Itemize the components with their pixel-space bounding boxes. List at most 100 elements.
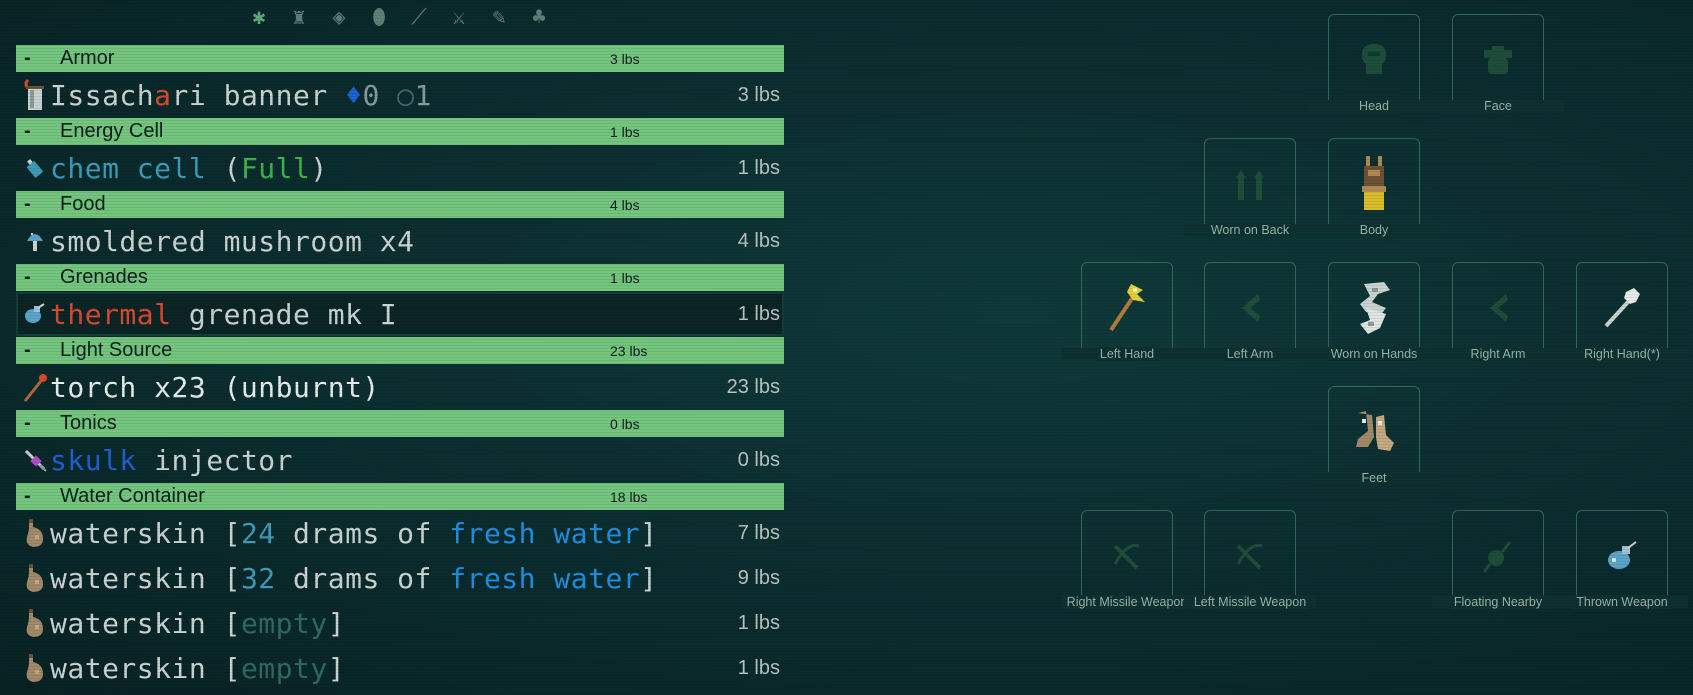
item-name: thermal grenade mk I (50, 297, 398, 331)
slot-label: Body (1308, 223, 1440, 237)
gun-icon[interactable]: ⟋ (408, 2, 430, 32)
slot-left-missile-weapon[interactable]: Left Missile Weapon (1184, 510, 1316, 609)
category-weight: 23 lbs (610, 342, 648, 359)
head-silhouette-icon (1328, 14, 1420, 106)
slot-left-hand[interactable]: Left Hand (1061, 262, 1193, 361)
item-name: Issachari banner ♦0 ○1 (50, 78, 432, 112)
category-header[interactable]: - Tonics 0 lbs (16, 410, 784, 437)
slot-right-arm[interactable]: Right Arm (1432, 262, 1564, 361)
syringe-icon[interactable]: ✎ (488, 2, 510, 32)
category-header[interactable]: - Food 4 lbs (16, 191, 784, 218)
category-header[interactable]: - Water Container 18 lbs (16, 483, 784, 510)
item-name: chem cell (Full) (50, 151, 328, 185)
category-header[interactable]: - Armor 3 lbs (16, 45, 784, 72)
face-silhouette-icon (1452, 14, 1544, 106)
slot-worn-on-hands[interactable]: Worn on Hands (1308, 262, 1440, 361)
grenade-icon (20, 298, 50, 330)
slot-floating-nearby[interactable]: Floating Nearby (1432, 510, 1564, 609)
inventory-list: - Armor 3 lbs Issachari banner ♦0 ○1 3 lbs - E… (16, 45, 784, 691)
waterskin-icon (20, 652, 50, 684)
category-weight: 4 lbs (610, 196, 640, 213)
slot-label: Left Missile Weapon (1184, 595, 1316, 609)
inventory-item[interactable]: waterskin [empty] 1 lbs (16, 646, 784, 690)
inventory-item[interactable]: waterskin [32 drams of fresh water] 9 lbs (16, 556, 784, 600)
inventory-item[interactable]: Issachari banner ♦0 ○1 3 lbs (16, 73, 784, 117)
sword-icon[interactable]: ⚔ (448, 2, 470, 32)
item-weight: 3 lbs (737, 83, 780, 106)
slot-right-missile-weapon[interactable]: Right Missile Weapon (1061, 510, 1193, 609)
collapse-toggle[interactable]: - (24, 485, 44, 508)
collapse-toggle[interactable]: - (24, 339, 44, 362)
item-name: waterskin [32 drams of fresh water] (50, 561, 658, 595)
slot-label: Left Arm (1184, 347, 1316, 361)
category-weight: 1 lbs (610, 269, 640, 286)
collapse-toggle[interactable]: - (24, 266, 44, 289)
category-weight: 3 lbs (610, 50, 640, 67)
inventory-item[interactable]: waterskin [empty] 1 lbs (16, 601, 784, 645)
slot-label: Right Hand(*) (1556, 347, 1688, 361)
slot-left-arm[interactable]: Left Arm (1184, 262, 1316, 361)
collapse-toggle[interactable]: - (24, 47, 44, 70)
slot-body[interactable]: Body (1308, 138, 1440, 237)
item-weight: 1 lbs (737, 156, 780, 179)
armor-icon[interactable]: ◈ (328, 2, 350, 32)
mannequin-icon[interactable]: ♜ (288, 2, 310, 32)
crossbow-silhouette-icon (1081, 510, 1173, 602)
slot-label: Feet (1308, 471, 1440, 485)
category-header[interactable]: - Grenades 1 lbs (16, 264, 784, 291)
waterskin-icon (20, 562, 50, 594)
inventory-item[interactable]: waterskin [24 drams of fresh water] 7 lbs (16, 511, 784, 555)
item-weight: 1 lbs (737, 656, 780, 679)
cell-icon[interactable]: ⬮ (368, 2, 390, 32)
slot-worn-on-back[interactable]: Worn on Back (1184, 138, 1316, 237)
category-name: Water Container (60, 485, 205, 507)
slot-label: Right Missile Weapon (1061, 595, 1193, 609)
slot-right-hand[interactable]: Right Hand(*) (1556, 262, 1688, 361)
injector-icon (20, 444, 50, 476)
slot-label: Floating Nearby (1432, 595, 1564, 609)
item-weight: 23 lbs (726, 375, 780, 398)
golden-staff-icon (1081, 262, 1173, 354)
slot-head[interactable]: Head (1308, 14, 1440, 113)
category-name: Food (60, 193, 106, 215)
item-name: smoldered mushroom x4 (50, 224, 415, 258)
category-weight: 1 lbs (610, 123, 640, 140)
slot-feet[interactable]: Feet (1308, 386, 1440, 485)
inventory-item[interactable]: smoldered mushroom x4 4 lbs (16, 219, 784, 263)
inventory-item[interactable]: chem cell (Full) 1 lbs (16, 146, 784, 190)
category-header[interactable]: - Light Source 23 lbs (16, 337, 784, 364)
category-filter-bar: ✱ ♜ ◈ ⬮ ⟋ ⚔ ✎ ♣ (248, 0, 550, 34)
item-name: waterskin [24 drams of fresh water] (50, 516, 658, 550)
asterisk-all-icon[interactable]: ✱ (248, 2, 270, 32)
slot-label: Left Hand (1061, 347, 1193, 361)
collapse-toggle[interactable]: - (24, 193, 44, 216)
inventory-item[interactable]: thermal grenade mk I 1 lbs (16, 292, 784, 336)
inventory-item[interactable]: skulk injector 0 lbs (16, 438, 784, 482)
tree-icon[interactable]: ♣ (528, 2, 550, 32)
collapse-toggle[interactable]: - (24, 120, 44, 143)
slot-label: Worn on Back (1184, 223, 1316, 237)
item-weight: 7 lbs (737, 521, 780, 544)
crossbow-silhouette-icon (1204, 510, 1296, 602)
category-weight: 0 lbs (610, 415, 640, 432)
category-header[interactable]: - Energy Cell 1 lbs (16, 118, 784, 145)
category-name: Light Source (60, 339, 173, 361)
arm-silhouette-icon (1204, 262, 1296, 354)
back-silhouette-icon (1204, 138, 1296, 230)
collapse-toggle[interactable]: - (24, 412, 44, 435)
gauntlets-icon (1328, 262, 1420, 354)
slot-label: Right Arm (1432, 347, 1564, 361)
category-name: Tonics (60, 412, 117, 434)
inventory-item[interactable]: torch x23 (unburnt) 23 lbs (16, 365, 784, 409)
boots-icon (1328, 386, 1420, 478)
slot-label: Face (1432, 99, 1564, 113)
waterskin-icon (20, 517, 50, 549)
slot-face[interactable]: Face (1432, 14, 1564, 113)
waterskin-icon (20, 607, 50, 639)
item-weight: 0 lbs (737, 448, 780, 471)
item-name: skulk injector (50, 443, 294, 477)
slot-thrown-weapon[interactable]: Thrown Weapon (1556, 510, 1688, 609)
item-weight: 1 lbs (737, 611, 780, 634)
slot-label: Thrown Weapon (1556, 595, 1688, 609)
hammer-icon (1576, 262, 1668, 354)
